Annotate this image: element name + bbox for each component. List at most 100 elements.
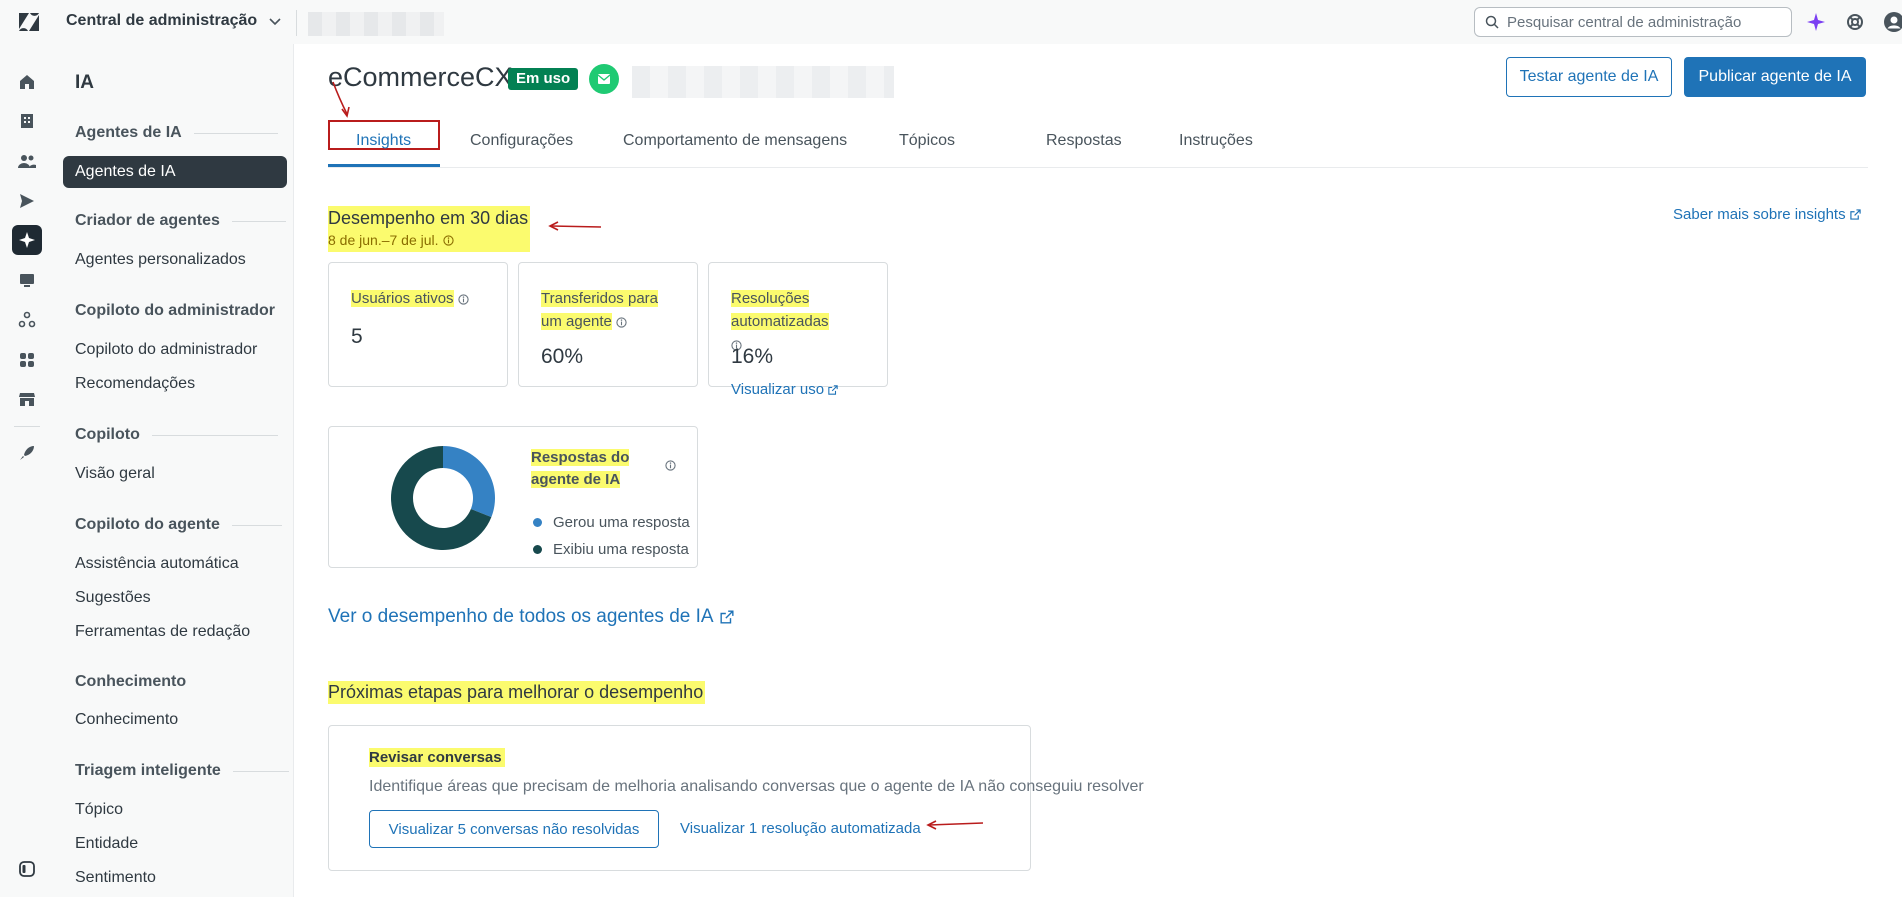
product-name: Central de administração	[66, 12, 258, 29]
search-input[interactable]	[1507, 13, 1777, 31]
ai-sparkle-icon[interactable]	[1806, 12, 1826, 32]
learn-more-insights-link[interactable]: Saber mais sobre insights	[1673, 206, 1861, 223]
view-usage-text: Visualizar uso	[731, 381, 825, 398]
external-link-icon	[1849, 209, 1861, 220]
rail-channels[interactable]	[12, 186, 42, 216]
learn-more-text: Saber mais sobre insights	[1673, 206, 1846, 223]
tab-responses[interactable]: Respostas	[1046, 132, 1122, 150]
metric-label: Transferidos para um agente	[541, 287, 681, 333]
nav-section-label: Copiloto do administrador	[75, 302, 275, 319]
metric-value: 16%	[731, 345, 774, 368]
sidebar-item-knowledge[interactable]: Conhecimento	[75, 711, 178, 729]
divider	[296, 10, 297, 36]
annotation-arrow	[926, 820, 984, 830]
sidebar-item-writing-tools[interactable]: Ferramentas de redação	[75, 623, 250, 641]
sidebar-item-custom-agents[interactable]: Agentes personalizados	[75, 251, 246, 269]
nav-section-label: Agentes de IA	[75, 124, 182, 141]
monitor-icon	[20, 274, 34, 287]
test-agent-button[interactable]: Testar agente de IA	[1506, 57, 1672, 97]
active-tab-indicator	[328, 164, 440, 167]
donut-title: Respostas do agente de IA	[531, 447, 661, 491]
email-channel-badge	[589, 64, 619, 94]
view-usage-link[interactable]: Visualizar uso	[731, 381, 838, 398]
tab-bar: Insights Configurações Comportamento de …	[328, 120, 1868, 168]
all-agents-performance-text: Ver o desempenho de todos os agentes de …	[328, 606, 714, 627]
annotation-arrow	[332, 81, 350, 118]
info-icon[interactable]	[442, 234, 454, 246]
tab-insights[interactable]: Insights	[356, 132, 411, 150]
metric-label: Usuários ativos	[351, 287, 491, 310]
envelope-icon	[597, 74, 611, 84]
review-card-title: Revisar conversas	[369, 748, 505, 767]
nav-section-heading: Copiloto do administrador	[75, 302, 275, 320]
tab-message-behavior[interactable]: Comportamento de mensagens	[623, 132, 847, 150]
ai-sparkle-icon	[19, 232, 35, 248]
rail-apps[interactable]	[12, 345, 42, 375]
send-icon	[20, 194, 34, 208]
sidebar-toggle-icon	[19, 861, 35, 877]
rail-ai[interactable]	[12, 225, 42, 255]
icon-rail	[0, 44, 54, 897]
external-link-icon	[828, 384, 838, 395]
sidebar-item-topic[interactable]: Tópico	[75, 801, 123, 819]
sidebar-title: IA	[75, 72, 94, 93]
apps-grid-icon	[20, 353, 34, 367]
rail-getting-started[interactable]	[12, 438, 42, 468]
nav-section-label: Copiloto	[75, 426, 140, 443]
publish-agent-button[interactable]: Publicar agente de IA	[1684, 57, 1866, 97]
sidebar-item-ai-agents[interactable]: Agentes de IA	[63, 156, 287, 188]
tab-instructions[interactable]: Instruções	[1179, 132, 1253, 150]
storefront-icon	[19, 393, 35, 406]
rail-people[interactable]	[12, 146, 42, 176]
nav-section-label: Triagem inteligente	[75, 762, 221, 779]
nav-section-heading: Copiloto do agente	[75, 516, 282, 534]
sidebar-item-admin-copilot[interactable]: Copiloto do administrador	[75, 341, 257, 359]
info-icon[interactable]	[616, 316, 627, 328]
zendesk-logo-icon[interactable]	[18, 12, 40, 32]
chevron-down-icon	[269, 18, 281, 26]
view-automated-resolution-link[interactable]: Visualizar 1 resolução automatizada	[680, 820, 921, 837]
external-link-icon	[720, 610, 734, 624]
home-icon	[20, 75, 34, 89]
search-icon	[1485, 15, 1499, 29]
nav-section-heading: Triagem inteligente	[75, 762, 289, 780]
metric-label-text: Transferidos para um agente	[541, 290, 658, 330]
redacted-area	[308, 12, 444, 36]
sidebar-item-overview[interactable]: Visão geral	[75, 465, 155, 483]
donut-title-text: Respostas do agente de IA	[531, 449, 630, 488]
next-steps-heading: Próximas etapas para melhorar o desempen…	[328, 681, 706, 704]
rail-account[interactable]	[12, 106, 42, 136]
responses-donut-chart	[391, 446, 495, 550]
all-agents-performance-link[interactable]: Ver o desempenho de todos os agentes de …	[328, 606, 734, 628]
donut-slice-1	[443, 446, 495, 518]
sidebar-item-suggestions[interactable]: Sugestões	[75, 589, 151, 607]
rail-collapse-toggle[interactable]	[12, 854, 42, 884]
rail-objects-rules[interactable]	[12, 305, 42, 335]
sidebar-item-recommendations[interactable]: Recomendações	[75, 375, 195, 393]
sidebar-item-auto-assist[interactable]: Assistência automática	[75, 555, 239, 573]
view-unresolved-button[interactable]: Visualizar 5 conversas não resolvidas	[369, 810, 659, 848]
sidebar-item-sentiment[interactable]: Sentimento	[75, 869, 156, 887]
performance-title: Desempenho em 30 dias	[328, 208, 529, 228]
review-card-description: Identifique áreas que precisam de melhor…	[369, 778, 1144, 795]
rail-workspaces[interactable]	[12, 265, 42, 295]
metric-label-text: Usuários ativos	[351, 290, 454, 307]
tab-settings[interactable]: Configurações	[470, 132, 573, 150]
product-switcher[interactable]: Central de administração	[66, 12, 283, 30]
sidebar-item-entity[interactable]: Entidade	[75, 835, 138, 853]
tab-topics[interactable]: Tópicos	[899, 132, 955, 150]
legend-item: Exibiu uma resposta	[533, 541, 689, 558]
nav-section-label: Copiloto do agente	[75, 516, 220, 533]
rail-home[interactable]	[12, 67, 42, 97]
objects-rules-icon	[18, 311, 36, 328]
search-box[interactable]	[1474, 7, 1792, 37]
user-avatar-icon[interactable]	[1884, 12, 1902, 32]
info-icon[interactable]	[665, 460, 676, 471]
rail-marketplace[interactable]	[12, 384, 42, 414]
help-center-icon[interactable]	[1845, 12, 1865, 32]
nav-section-heading: Conhecimento	[75, 673, 186, 691]
nav-section-label: Criador de agentes	[75, 212, 220, 229]
info-icon[interactable]	[458, 293, 469, 305]
legend-label: Exibiu uma resposta	[553, 541, 689, 558]
nav-section-heading: Copiloto	[75, 426, 278, 444]
